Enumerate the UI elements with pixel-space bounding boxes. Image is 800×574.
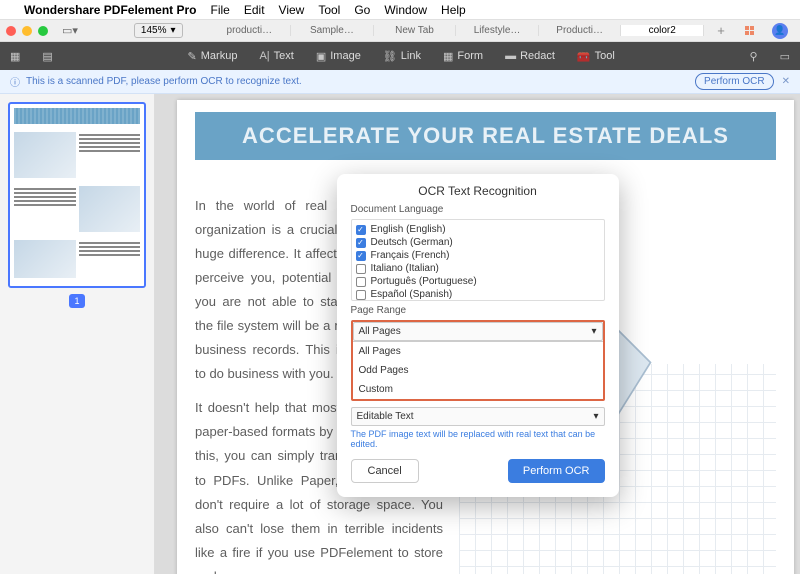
tab-4[interactable]: Producti… — [539, 25, 622, 36]
close-window-icon[interactable] — [6, 26, 16, 36]
redact-tool[interactable]: ▬Redact — [505, 50, 555, 62]
tab-2[interactable]: New Tab — [374, 25, 457, 36]
content-area: 1 ACCELERATE YOUR REAL ESTATE DEALS In t… — [0, 94, 800, 574]
menu-edit[interactable]: Edit — [244, 3, 265, 17]
page-thumbnail[interactable] — [8, 102, 146, 288]
chevron-down-icon: ▾ — [171, 25, 176, 36]
output-hint: The PDF image text will be replaced with… — [351, 429, 605, 449]
link-icon: ⛓ — [383, 50, 397, 63]
chevron-down-icon: ▾ — [591, 326, 596, 337]
app-window: ▭▾ 145% ▾ producti… Sample… New Tab Life… — [0, 20, 800, 574]
option-all-pages[interactable]: All Pages — [353, 342, 603, 361]
perform-ocr-button[interactable]: Perform OCR — [695, 73, 774, 90]
menu-help[interactable]: Help — [441, 3, 466, 17]
checkbox-icon: ✓ — [356, 238, 366, 248]
page-range-options: All Pages Odd Pages Custom — [353, 341, 603, 399]
language-list[interactable]: ✓English (English) ✓Deutsch (German) ✓Fr… — [351, 219, 605, 301]
search-icon[interactable]: ⚲ — [750, 50, 758, 63]
info-icon: ⓘ — [10, 74, 20, 89]
new-tab-button[interactable]: + — [710, 23, 732, 38]
toolbar: ▦ ▤ ✎Markup A|Text ▣Image ⛓Link ▦Form ▬R… — [0, 42, 800, 70]
checkbox-icon — [356, 290, 366, 300]
menu-view[interactable]: View — [279, 3, 305, 17]
ocr-notice: ⓘ This is a scanned PDF, please perform … — [0, 70, 800, 94]
lang-german[interactable]: ✓Deutsch (German) — [356, 236, 600, 249]
sidebar-toggle-icon[interactable]: ▭▾ — [62, 24, 78, 37]
modal-overlay: OCR Text Recognition Document Language ✓… — [155, 94, 800, 574]
language-label: Document Language — [351, 204, 605, 215]
page-number-badge: 1 — [69, 294, 85, 308]
toolbox-icon: 🧰 — [577, 50, 591, 63]
page-range-label: Page Range — [351, 305, 605, 316]
bookmarks-icon[interactable]: ▤ — [42, 50, 52, 63]
redact-icon: ▬ — [505, 50, 516, 62]
image-tool[interactable]: ▣Image — [316, 50, 361, 63]
dialog-title: OCR Text Recognition — [351, 184, 605, 198]
image-icon: ▣ — [316, 50, 326, 63]
ocr-message: This is a scanned PDF, please perform OC… — [26, 76, 302, 87]
markup-tool[interactable]: ✎Markup — [188, 50, 238, 63]
pen-icon: ✎ — [188, 50, 197, 63]
perform-ocr-confirm-button[interactable]: Perform OCR — [508, 459, 605, 483]
tab-0[interactable]: producti… — [209, 25, 292, 36]
lang-portuguese[interactable]: Português (Portuguese) — [356, 275, 600, 288]
thumbnails-icon[interactable]: ▦ — [10, 50, 20, 63]
form-icon: ▦ — [443, 50, 453, 63]
tab-1[interactable]: Sample… — [291, 25, 374, 36]
lang-english[interactable]: ✓English (English) — [356, 223, 600, 236]
menu-tool[interactable]: Tool — [318, 3, 340, 17]
mac-menubar: Wondershare PDFelement Pro File Edit Vie… — [0, 0, 800, 20]
checkbox-icon — [356, 277, 366, 287]
document-viewport[interactable]: ACCELERATE YOUR REAL ESTATE DEALS In the… — [155, 94, 800, 574]
chevron-down-icon: ▾ — [593, 411, 598, 422]
form-tool[interactable]: ▦Form — [443, 50, 483, 63]
checkbox-icon: ✓ — [356, 251, 366, 261]
thumb-preview — [10, 108, 144, 286]
lang-french[interactable]: ✓Français (French) — [356, 249, 600, 262]
tool-menu[interactable]: 🧰Tool — [577, 50, 615, 63]
page-range-section: All Pages ▾ All Pages Odd Pages Custom — [351, 320, 605, 401]
checkbox-icon: ✓ — [356, 225, 366, 235]
traffic-lights — [6, 26, 48, 36]
user-avatar[interactable]: 👤 — [772, 23, 788, 39]
titlebar: ▭▾ 145% ▾ producti… Sample… New Tab Life… — [0, 20, 800, 42]
apps-icon[interactable] — [738, 26, 760, 35]
page-range-select[interactable]: All Pages ▾ — [353, 322, 603, 341]
minimize-window-icon[interactable] — [22, 26, 32, 36]
close-notice-icon[interactable]: ✕ — [782, 76, 790, 87]
tab-3[interactable]: Lifestyle… — [456, 25, 539, 36]
text-tool[interactable]: A|Text — [259, 50, 293, 62]
link-tool[interactable]: ⛓Link — [383, 50, 421, 63]
lang-italian[interactable]: Italiano (Italian) — [356, 262, 600, 275]
panel-icon[interactable]: ▭ — [780, 50, 790, 63]
zoom-select[interactable]: 145% ▾ — [134, 23, 183, 38]
cancel-button[interactable]: Cancel — [351, 459, 419, 483]
menu-go[interactable]: Go — [354, 3, 370, 17]
maximize-window-icon[interactable] — [38, 26, 48, 36]
document-tabs: producti… Sample… New Tab Lifestyle… Pro… — [209, 25, 704, 36]
checkbox-icon — [356, 264, 366, 274]
menu-file[interactable]: File — [211, 3, 230, 17]
lang-spanish[interactable]: Español (Spanish) — [356, 288, 600, 301]
menu-window[interactable]: Window — [384, 3, 427, 17]
ocr-dialog: OCR Text Recognition Document Language ✓… — [337, 174, 619, 497]
option-odd-pages[interactable]: Odd Pages — [353, 361, 603, 380]
app-name[interactable]: Wondershare PDFelement Pro — [24, 3, 197, 17]
text-icon: A| — [259, 50, 269, 62]
thumbnails-sidebar: 1 — [0, 94, 155, 574]
option-custom[interactable]: Custom — [353, 380, 603, 399]
zoom-value: 145% — [141, 25, 167, 36]
tab-5[interactable]: color2 — [621, 25, 704, 36]
output-select[interactable]: Editable Text ▾ — [351, 407, 605, 426]
